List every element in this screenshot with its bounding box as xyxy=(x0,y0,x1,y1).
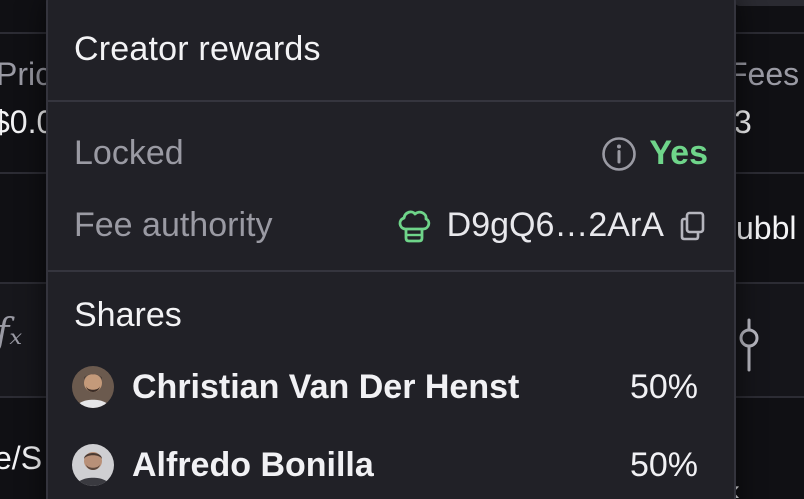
function-icon[interactable]: fₓ xyxy=(0,312,22,353)
background-topbar-corner xyxy=(734,0,804,6)
share-row[interactable]: Christian Van Der Henst 50% xyxy=(72,364,698,410)
bg-row-text: ubbl xyxy=(736,210,797,246)
avatar xyxy=(72,444,114,486)
bg-fees-header: Fees xyxy=(728,56,800,92)
popover-title: Creator rewards xyxy=(74,30,321,68)
share-percent: 50% xyxy=(629,445,698,484)
bg-divider xyxy=(734,396,804,398)
share-percent: 50% xyxy=(629,367,698,406)
fee-authority-label: Fee authority xyxy=(74,206,273,244)
locked-value: Yes xyxy=(649,134,708,172)
share-row[interactable]: Alfredo Bonilla 50% xyxy=(72,442,698,488)
locked-label: Locked xyxy=(74,134,184,172)
divider xyxy=(48,100,734,102)
shares-title: Shares xyxy=(74,296,182,334)
bg-divider xyxy=(734,32,804,34)
creator-rewards-popover: Creator rewards Locked Yes Fee authority… xyxy=(46,0,736,499)
info-icon[interactable] xyxy=(601,136,637,172)
bg-divider xyxy=(734,172,804,174)
bg-divider xyxy=(0,172,46,174)
chef-hat-icon xyxy=(398,210,430,242)
app-window: Pric $0.0 Fees 3 ubbl fₓ e/S ‹ Creator r… xyxy=(0,0,804,499)
fee-authority-address: D9gQ6…2ArA xyxy=(446,206,664,244)
bg-price-header: Pric xyxy=(0,56,52,92)
copy-icon[interactable] xyxy=(678,210,708,242)
slider-knob-icon[interactable] xyxy=(738,318,760,372)
bg-divider xyxy=(0,396,46,398)
share-name: Christian Van Der Henst xyxy=(132,367,520,406)
bg-bottom-text: e/S xyxy=(0,440,43,476)
bg-divider xyxy=(0,32,46,34)
locked-value-group: Yes xyxy=(601,134,708,173)
bg-fees-value: 3 xyxy=(734,104,752,140)
fee-authority-value-group: D9gQ6…2ArA xyxy=(395,206,708,245)
avatar xyxy=(72,366,114,408)
share-name: Alfredo Bonilla xyxy=(132,445,374,484)
divider xyxy=(48,270,734,272)
